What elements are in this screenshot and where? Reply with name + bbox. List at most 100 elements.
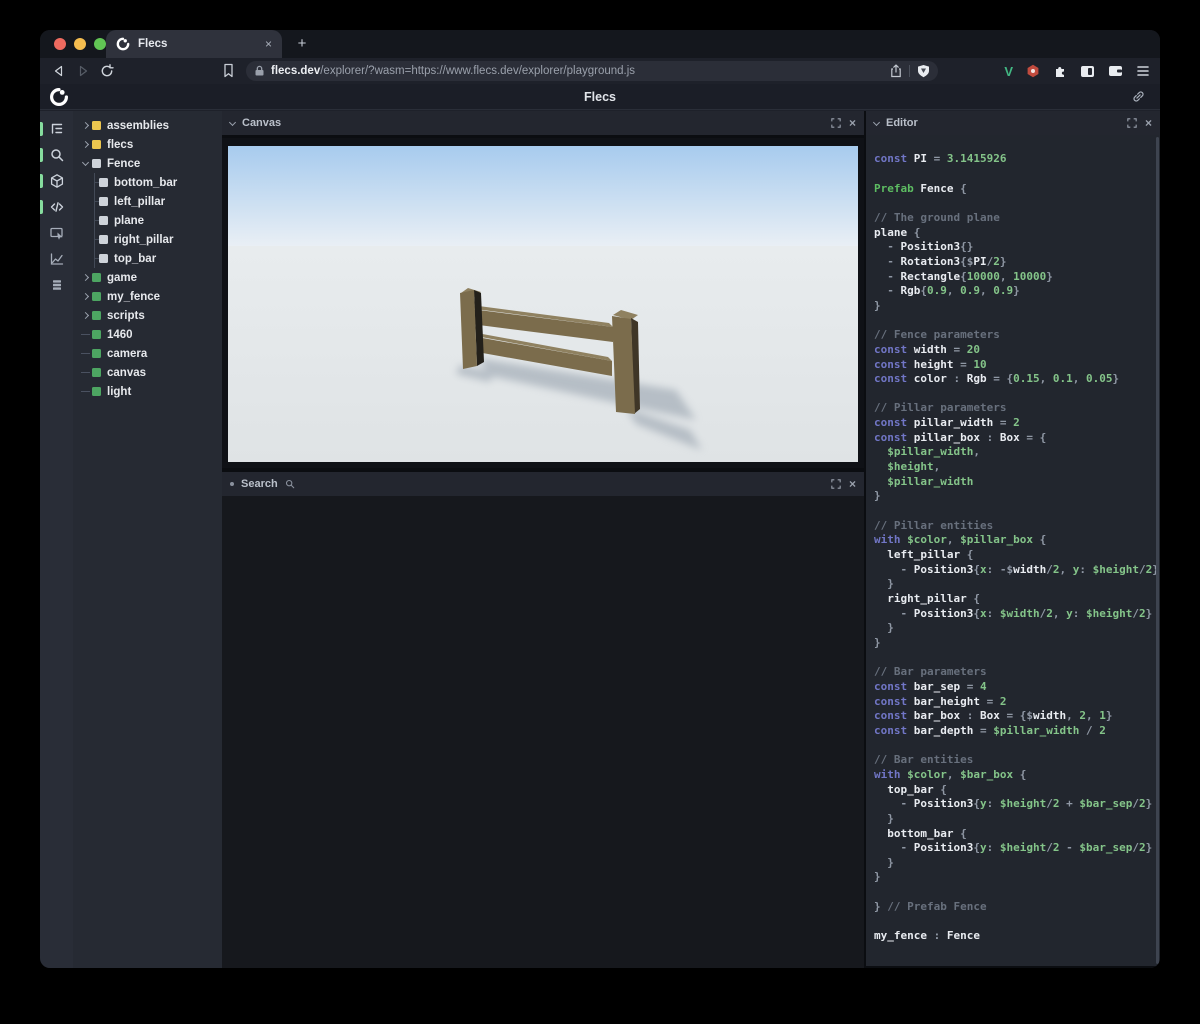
bookmark-icon[interactable] [222,63,235,78]
sidebar-toggle-icon[interactable] [1080,65,1095,78]
search-collapsed-dot-icon [230,482,234,486]
search-panel-body[interactable] [222,496,864,968]
expand-canvas-icon[interactable] [831,118,841,128]
sidebar-outliner-icon[interactable] [40,116,73,142]
share-icon[interactable] [890,64,902,78]
forward-button[interactable] [76,64,90,78]
sky [228,146,858,246]
tab-favicon-flecs-logo-icon [116,37,130,51]
editor-scrollbar[interactable] [1156,137,1159,964]
link-icon[interactable] [1131,89,1146,104]
search-panel-title: Search [241,478,278,490]
leaf-dash-icon [81,391,90,392]
sidebar-inspector-icon[interactable] [40,220,73,246]
tree-item-label: scripts [107,310,145,322]
active-indicator [40,122,43,136]
entity-square-icon [92,330,101,339]
close-window-button[interactable] [54,38,66,50]
sidebar-rows-icon[interactable] [40,272,73,298]
close-canvas-icon[interactable]: × [849,116,856,130]
expand-chevron-icon[interactable] [81,275,90,280]
wallet-icon[interactable] [1108,65,1123,77]
tree-item-flecs[interactable]: flecs [73,135,222,154]
entity-square-icon [92,273,101,282]
3d-viewport[interactable] [228,146,858,462]
leaf-dash-icon [81,334,90,335]
tree-item-label: top_bar [114,253,156,265]
entity-square-icon [92,368,101,377]
tree-item-assemblies[interactable]: assemblies [73,116,222,135]
canvas-column: Canvas × [222,111,864,968]
entity-square-icon [99,178,108,187]
canvas-panel-title: Canvas [242,117,281,129]
new-tab-button[interactable]: + [292,34,312,54]
tree-item-game[interactable]: game [73,268,222,287]
code-content[interactable]: using flecs.game const PI = 3.1415926 Pr… [874,135,1154,944]
search-panel-header[interactable]: Search × [222,472,864,496]
expand-chevron-icon[interactable] [81,123,90,128]
tree-item-label: flecs [107,139,133,151]
canvas-panel-header: Canvas × [222,111,864,135]
expand-chevron-icon[interactable] [81,294,90,299]
collapse-editor-icon[interactable] [873,118,880,125]
tree-guide-stub [94,220,99,221]
entity-square-icon [99,254,108,263]
tree-item-camera[interactable]: camera [73,344,222,363]
browser-tab[interactable]: Flecs × [106,30,282,58]
sidebar-search-icon[interactable] [40,142,73,168]
brave-shield-icon[interactable] [917,64,930,78]
sidebar-cube-icon[interactable] [40,168,73,194]
editor-column: Editor × using flecs.game const PI = 3.1… [866,111,1160,968]
reload-button[interactable] [100,64,114,78]
tree-item-Fence[interactable]: Fence [73,154,222,173]
main-area: assemblies flecs Fence bottom_bar left_pilla… [40,111,1160,968]
tree-item-bottom_bar[interactable]: bottom_bar [73,173,222,192]
url-bar[interactable]: flecs.dev/explorer/?wasm=https://www.fle… [246,61,938,81]
entity-square-icon [99,235,108,244]
tab-strip: Flecs × + [40,30,1160,58]
tab-close-icon[interactable]: × [265,37,272,51]
code-editor[interactable]: using flecs.game const PI = 3.1415926 Pr… [866,135,1160,966]
tree-item-scripts[interactable]: scripts [73,306,222,325]
sidebar-stats-icon[interactable] [40,246,73,272]
leaf-dash-icon [81,353,90,354]
page-title: Flecs [40,84,1160,110]
tree-item-canvas[interactable]: canvas [73,363,222,382]
extensions-puzzle-icon[interactable] [1053,64,1067,78]
tree-guide-stub [94,239,99,240]
sidebar-code-icon[interactable] [40,194,73,220]
tree-item-my_fence[interactable]: my_fence [73,287,222,306]
icon-sidebar [40,111,73,968]
expand-chevron-icon[interactable] [81,142,90,147]
expand-editor-icon[interactable] [1127,118,1137,128]
active-indicator [40,200,43,214]
app-header: Flecs [40,84,1160,110]
minimize-window-button[interactable] [74,38,86,50]
collapse-chevron-icon[interactable] [81,162,90,165]
menu-icon[interactable] [1136,65,1150,77]
tree-item-label: game [107,272,137,284]
collapse-canvas-icon[interactable] [229,118,236,125]
tree-item-label: bottom_bar [114,177,177,189]
entity-square-icon [92,387,101,396]
tree-item-right_pillar[interactable]: right_pillar [73,230,222,249]
tree-item-plane[interactable]: plane [73,211,222,230]
tree-item-top_bar[interactable]: top_bar [73,249,222,268]
tree-guide-stub [94,201,99,202]
expand-chevron-icon[interactable] [81,313,90,318]
tree-item-light[interactable]: light [73,382,222,401]
back-button[interactable] [52,64,66,78]
close-search-icon[interactable]: × [849,477,856,491]
close-editor-icon[interactable]: × [1145,116,1152,130]
tree-item-left_pillar[interactable]: left_pillar [73,192,222,211]
toolbar-divider [909,65,910,77]
zoom-window-button[interactable] [94,38,106,50]
entity-square-icon [92,311,101,320]
expand-search-icon[interactable] [831,479,841,489]
active-indicator [40,148,43,162]
extension-hexagon-icon[interactable] [1026,64,1040,78]
tree-item-label: left_pillar [114,196,165,208]
tree-item-1460[interactable]: 1460 [73,325,222,344]
entity-square-icon [92,349,101,358]
vue-devtools-icon[interactable]: V [1004,64,1013,79]
